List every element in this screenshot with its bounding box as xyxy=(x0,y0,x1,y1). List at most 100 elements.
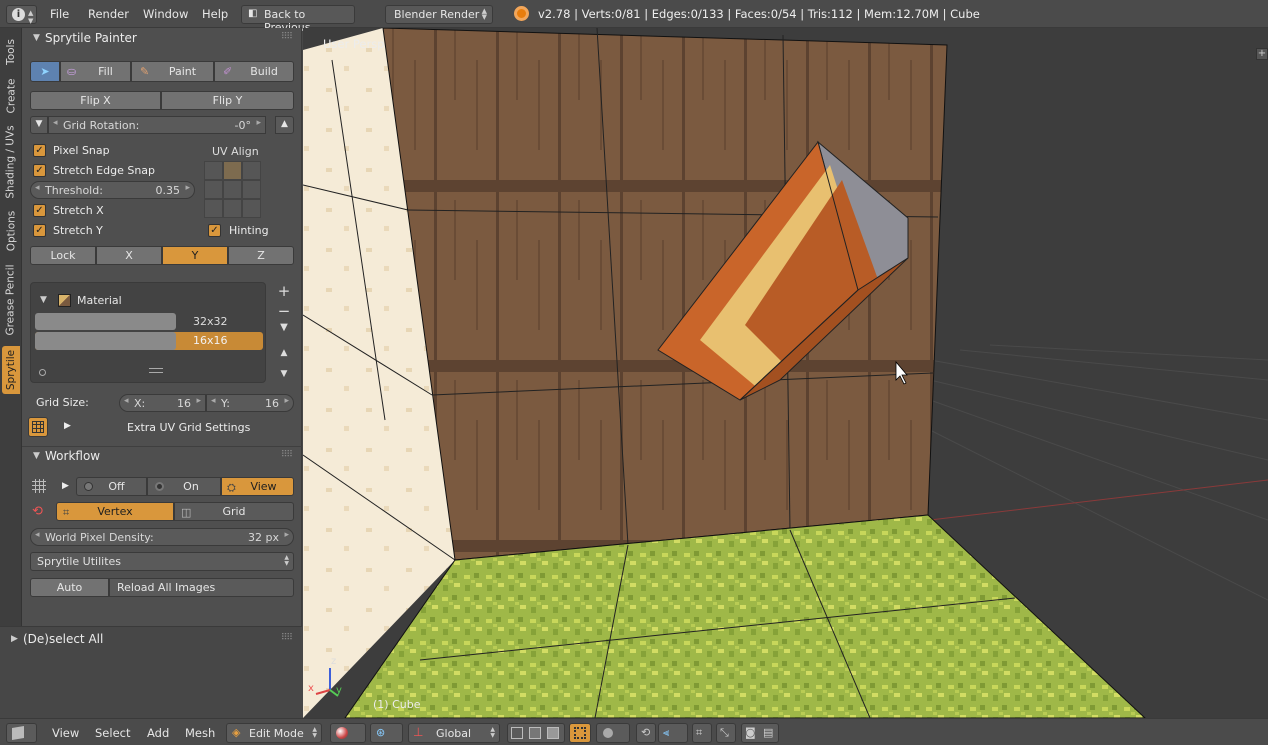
deselect-all-header[interactable]: ▶ (De)select All ⠿⠿ xyxy=(0,629,302,651)
proportional-edit-dropdown[interactable] xyxy=(596,723,630,743)
tab-shading-uvs[interactable]: Shading / UVs xyxy=(2,120,20,204)
workflow-on-button[interactable]: On xyxy=(147,477,221,496)
filter-options-icon[interactable] xyxy=(39,369,46,376)
tab-create[interactable]: Create xyxy=(2,74,20,118)
camera-render-icon[interactable]: ◙ xyxy=(745,726,756,739)
snap-element-dropdown[interactable]: ⫷ xyxy=(658,723,688,743)
properties-toggle-button[interactable]: + xyxy=(1256,48,1268,60)
pixel-snap-checkbox[interactable]: ✓ xyxy=(33,144,46,157)
edge-select-icon[interactable] xyxy=(529,727,541,739)
uv-align-top-left[interactable] xyxy=(204,161,223,180)
snap-toggle-button[interactable]: ⟲ xyxy=(636,723,656,743)
menu-view[interactable]: View xyxy=(52,726,79,740)
mode-label: Edit Mode xyxy=(249,727,304,740)
expand-triangle-icon[interactable]: ▶ xyxy=(64,421,71,431)
tab-sprytile[interactable]: Sprytile xyxy=(2,346,20,394)
menu-select[interactable]: Select xyxy=(95,726,130,740)
material-row-16-selected[interactable]: 16x16 xyxy=(35,332,263,350)
grid-rotation-field[interactable]: ◂ Grid Rotation: -0° ▸ xyxy=(48,116,266,134)
tab-tools[interactable]: Tools xyxy=(2,32,20,72)
build-tool-icon: ✐ xyxy=(223,65,233,78)
stretch-edge-snap-checkbox[interactable]: ✓ xyxy=(33,164,46,177)
snap-grid-button[interactable]: ◫ Grid xyxy=(174,502,294,521)
uv-align-top-center[interactable] xyxy=(223,161,242,180)
auto-reload-button[interactable]: Auto xyxy=(30,578,109,597)
menu-window[interactable]: Window xyxy=(143,7,188,21)
render-engine-dropdown[interactable]: Blender Render ▲ ▼ xyxy=(385,5,493,24)
move-down-button[interactable]: ▼ xyxy=(275,369,293,387)
tab-grease-pencil[interactable]: Grease Pencil xyxy=(2,258,20,342)
mode-dropdown[interactable]: ◈ Edit Mode ▲ ▼ xyxy=(226,723,322,743)
paint-mode-button[interactable]: ✎ Paint xyxy=(131,61,214,82)
back-to-previous-button[interactable]: ◧ Back to Previous xyxy=(241,5,355,34)
menu-mesh[interactable]: Mesh xyxy=(185,726,215,740)
tab-options[interactable]: Options xyxy=(2,206,20,256)
rotate-right-button[interactable]: ▲ xyxy=(275,116,294,134)
render-buttons[interactable]: ◙ ▤ xyxy=(741,723,779,743)
lock-axis-button[interactable]: Lock xyxy=(30,246,96,265)
3d-viewport[interactable]: User Persp (1) Cube z x y + xyxy=(303,28,1268,718)
face-select-icon[interactable] xyxy=(547,727,559,739)
vertex-select-icon[interactable] xyxy=(511,727,523,739)
threshold-field[interactable]: ◂ Threshold: 0.35 ▸ xyxy=(30,181,195,199)
hinting-checkbox[interactable]: ✓ xyxy=(208,224,221,237)
pivot-point-dropdown[interactable]: ⊛ xyxy=(370,723,403,743)
resize-handle-icon[interactable] xyxy=(149,368,163,373)
uv-align-bottom-left[interactable] xyxy=(204,199,223,218)
flip-y-button[interactable]: Flip Y xyxy=(161,91,294,110)
menu-help[interactable]: Help xyxy=(202,7,228,21)
snap-target-button[interactable]: ⌗ xyxy=(692,723,712,743)
axis-x-button[interactable]: X xyxy=(96,246,162,265)
uv-align-bottom-right[interactable] xyxy=(242,199,261,218)
stretch-x-checkbox[interactable]: ✓ xyxy=(33,204,46,217)
rotate-left-button[interactable]: ▼ xyxy=(30,116,48,134)
uv-align-middle-right[interactable] xyxy=(242,180,261,199)
uv-align-middle-left[interactable] xyxy=(204,180,223,199)
clapper-render-icon[interactable]: ▤ xyxy=(763,726,773,739)
auto-merge-button[interactable]: ⤡ xyxy=(716,723,736,743)
axis-y-button[interactable]: Y xyxy=(162,246,228,265)
drag-grip-icon[interactable]: ⠿⠿ xyxy=(281,450,293,460)
limit-selection-button[interactable] xyxy=(569,723,591,743)
reload-all-images-button[interactable]: Reload All Images xyxy=(109,578,294,597)
flip-x-button[interactable]: Flip X xyxy=(30,91,161,110)
menu-add[interactable]: Add xyxy=(147,726,169,740)
set-normal-mode-button[interactable]: ➤ xyxy=(30,61,60,82)
workflow-header[interactable]: ▼ Workflow ⠿⠿ xyxy=(22,446,302,468)
material-row-32[interactable]: 32x32 xyxy=(35,313,263,331)
workflow-view-button[interactable]: ⛭ View xyxy=(221,477,294,496)
uv-align-center[interactable] xyxy=(223,180,242,199)
axis-z-button[interactable]: Z xyxy=(228,246,294,265)
grid-x-field[interactable]: ◂ X: 16 ▸ xyxy=(119,394,206,412)
viewport-shading-dropdown[interactable] xyxy=(330,723,366,743)
info-editor-type-button[interactable]: i ▲ ▼ xyxy=(6,5,37,25)
expand-triangle-icon[interactable]: ▼ xyxy=(40,295,47,305)
uv-align-bottom-center[interactable] xyxy=(223,199,242,218)
transform-orientation-dropdown[interactable]: ⊥ Global ▲ ▼ xyxy=(408,723,500,743)
grid-y-field[interactable]: ◂ Y: 16 ▸ xyxy=(206,394,294,412)
drag-grip-icon[interactable]: ⠿⠿ xyxy=(281,633,293,643)
snap-vertex-button[interactable]: ⌗ Vertex xyxy=(56,502,174,521)
uv-grid-toggle-button[interactable] xyxy=(28,417,48,437)
add-material-button[interactable]: + xyxy=(275,282,293,300)
material-specials-button[interactable]: ▼ xyxy=(275,322,293,340)
world-pixel-density-field[interactable]: ◂ World Pixel Density: 32 px ▸ xyxy=(30,528,294,546)
sprytile-painter-header[interactable]: ▼ Sprytile Painter ⠿⠿ xyxy=(22,28,302,50)
remove-material-button[interactable]: − xyxy=(275,302,293,320)
snap-magnet-icon[interactable]: ⟲ xyxy=(32,504,43,519)
menu-render[interactable]: Render xyxy=(88,7,129,21)
build-mode-button[interactable]: ✐ Build xyxy=(214,61,294,82)
extra-uv-grid-settings-label[interactable]: Extra UV Grid Settings xyxy=(127,421,250,434)
sprytile-utilities-dropdown[interactable]: Sprytile Utilites ▲ ▼ xyxy=(30,552,294,571)
decrement-arrow-icon: ◂ xyxy=(35,183,40,193)
expand-triangle-icon[interactable]: ▶ xyxy=(62,481,69,491)
editor-type-button[interactable] xyxy=(6,723,37,743)
stretch-y-checkbox[interactable]: ✓ xyxy=(33,224,46,237)
uv-align-top-right[interactable] xyxy=(242,161,261,180)
drag-grip-icon[interactable]: ⠿⠿ xyxy=(281,32,293,42)
move-up-button[interactable]: ▲ xyxy=(275,348,293,366)
workflow-off-button[interactable]: Off xyxy=(76,477,147,496)
menu-file[interactable]: File xyxy=(50,7,69,21)
fill-mode-button[interactable]: ⛀ Fill xyxy=(60,61,131,82)
select-mode-buttons[interactable] xyxy=(507,723,565,743)
